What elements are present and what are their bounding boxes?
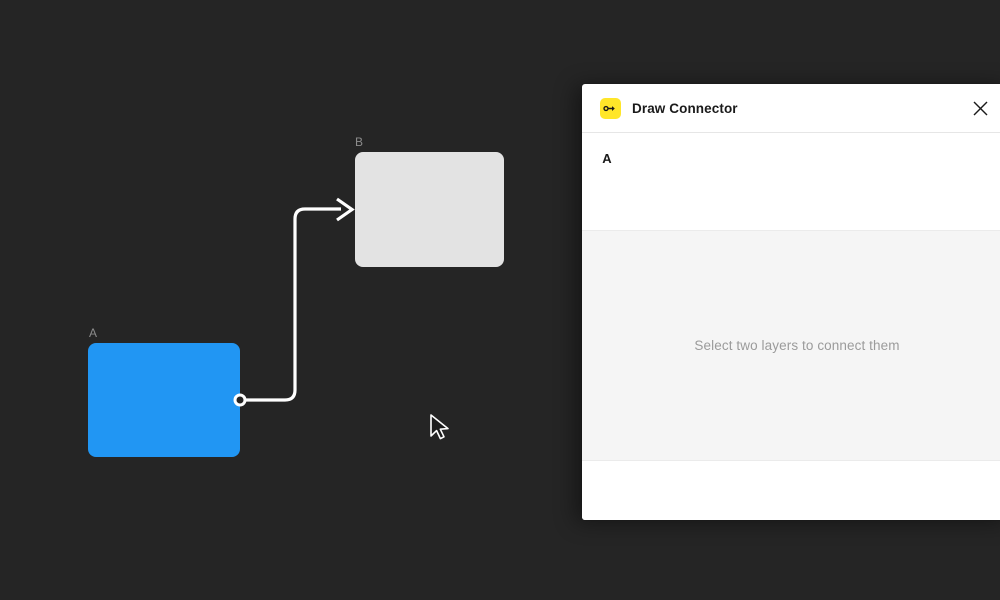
panel-title: Draw Connector [632, 100, 738, 116]
panel-header: Draw Connector [582, 84, 1000, 133]
connector-plugin-icon [600, 97, 621, 119]
app-screen: B A Draw Connector A Select two layers t… [0, 0, 1000, 600]
panel-body-empty-state: Select two layers to connect them [582, 231, 1000, 461]
draw-connector-plugin-panel: Draw Connector A Circle [582, 84, 1000, 520]
empty-state-message: Select two layers to connect them [694, 338, 900, 353]
endpoint-offset-row [582, 186, 1000, 216]
canvas-shape-a[interactable] [88, 343, 240, 457]
panel-footer-toolbar: FFFFFF 100% 2 8 [582, 461, 1000, 520]
endpoint-cap-row: A Circle [582, 146, 1000, 174]
close-icon [973, 101, 987, 115]
close-button[interactable] [960, 88, 1000, 128]
endpoint-a-letter: A [602, 151, 612, 166]
endpoints-section: A Circle [582, 133, 1000, 231]
mouse-cursor [430, 414, 449, 440]
shape-label-a: A [89, 326, 98, 340]
connector-glyph [603, 105, 615, 111]
shape-label-b: B [355, 135, 364, 149]
canvas-shape-b[interactable] [355, 152, 504, 267]
